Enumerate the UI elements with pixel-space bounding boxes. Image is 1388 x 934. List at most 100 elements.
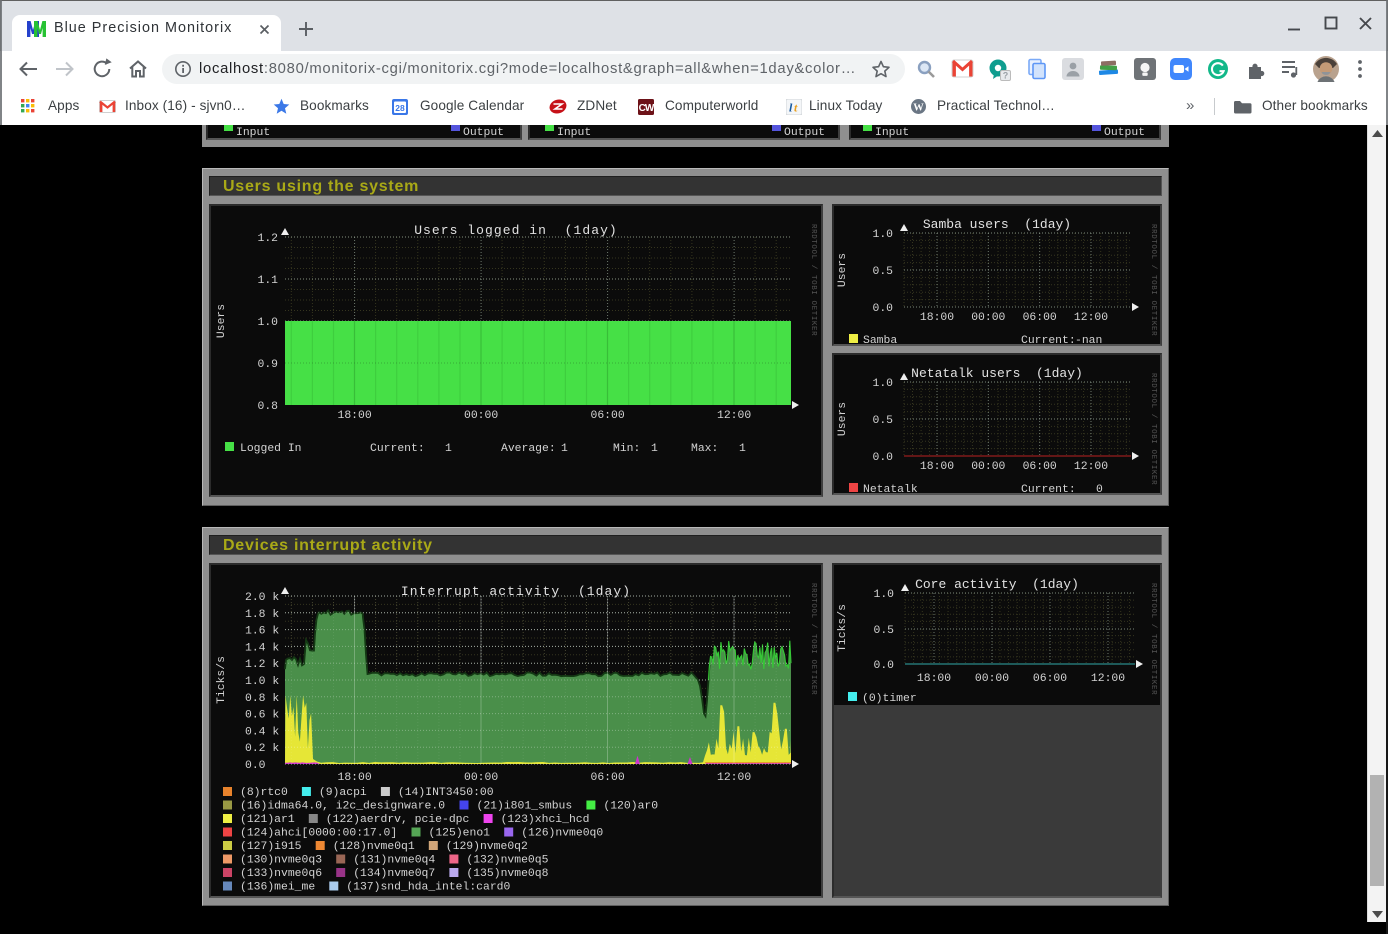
svg-text:1.0: 1.0 [872, 229, 893, 241]
svg-text:06:00: 06:00 [1023, 312, 1057, 324]
svg-text:(120)ar0: (120)ar0 [603, 801, 658, 813]
svg-text:Current:: Current: [1021, 335, 1076, 346]
svg-text:(16)idma64.0, i2c_designware.0: (16)idma64.0, i2c_designware.0 [240, 801, 445, 813]
svg-text:Users: Users [837, 253, 849, 287]
svg-text:Current:: Current: [1021, 484, 1076, 495]
svg-text:00:00: 00:00 [971, 312, 1005, 324]
svg-text:1: 1 [651, 443, 658, 455]
svg-text:00:00: 00:00 [975, 673, 1009, 685]
svg-text:00:00: 00:00 [971, 461, 1005, 473]
svg-text:0.5: 0.5 [872, 415, 893, 427]
svg-text:1.0: 1.0 [257, 317, 278, 329]
svg-text:?: ? [1003, 71, 1009, 81]
svg-text:Ticks/s: Ticks/s [837, 604, 849, 652]
svg-text:(21)i801_smbus: (21)i801_smbus [477, 801, 573, 813]
svg-text:1.0: 1.0 [873, 589, 894, 601]
svg-text:Current:: Current: [370, 443, 425, 455]
svg-text:18:00: 18:00 [920, 312, 954, 324]
svg-text:0.2 k: 0.2 k [245, 743, 279, 755]
svg-text:0.0: 0.0 [872, 303, 893, 315]
svg-text:12:00: 12:00 [1074, 312, 1108, 324]
svg-text:1.2 k: 1.2 k [245, 659, 279, 671]
svg-text:1.6 k: 1.6 k [245, 626, 279, 638]
svg-text:1.0 k: 1.0 k [245, 676, 279, 688]
svg-text:0.0: 0.0 [245, 760, 266, 772]
svg-text:00:00: 00:00 [464, 410, 498, 422]
svg-text:06:00: 06:00 [1033, 673, 1067, 685]
svg-text:0.0: 0.0 [872, 452, 893, 464]
svg-text:(131)nvme0q4: (131)nvme0q4 [353, 855, 435, 867]
svg-text:(121)ar1: (121)ar1 [240, 814, 295, 826]
svg-text:(133)nvme0q6: (133)nvme0q6 [240, 868, 322, 880]
svg-text:(137)snd_hda_intel:card0: (137)snd_hda_intel:card0 [346, 882, 510, 894]
svg-text:(9)acpi: (9)acpi [319, 787, 367, 799]
svg-text:1.0: 1.0 [872, 378, 893, 390]
svg-text:(127)i915: (127)i915 [240, 841, 302, 853]
svg-text:(0)timer: (0)timer [862, 693, 917, 705]
svg-text:RRDTOOL / TOBI OETIKER: RRDTOOL / TOBI OETIKER [809, 224, 817, 336]
svg-text:0.8 k: 0.8 k [245, 693, 279, 705]
svg-text:RRDTOOL / TOBI OETIKER: RRDTOOL / TOBI OETIKER [1149, 583, 1157, 695]
svg-text:Max:: Max: [691, 443, 718, 455]
svg-text:Interrupt activity (1day): Interrupt activity (1day) [401, 584, 631, 599]
svg-text:Netatalk: Netatalk [863, 484, 918, 495]
svg-text:12:00: 12:00 [717, 410, 751, 422]
svg-text:1: 1 [739, 443, 746, 455]
svg-text:0.4 k: 0.4 k [245, 726, 279, 738]
svg-text:0.5: 0.5 [873, 625, 894, 637]
svg-text:(125)eno1: (125)eno1 [429, 828, 491, 840]
svg-text:(135)nvme0q8: (135)nvme0q8 [466, 868, 548, 880]
svg-text:1: 1 [561, 443, 568, 455]
svg-text:0.8: 0.8 [257, 401, 278, 413]
svg-text:2.0 k: 2.0 k [245, 592, 279, 604]
svg-text:Users: Users [837, 402, 849, 436]
svg-text:Samba users (1day): Samba users (1day) [923, 217, 1071, 232]
svg-text:RRDTOOL / TOBI OETIKER: RRDTOOL / TOBI OETIKER [1149, 224, 1157, 336]
svg-text:12:00: 12:00 [717, 772, 751, 784]
svg-text:18:00: 18:00 [338, 410, 372, 422]
svg-text:(123)xhci_hcd: (123)xhci_hcd [501, 814, 590, 826]
svg-text:(128)nvme0q1: (128)nvme0q1 [333, 841, 415, 853]
svg-text:(130)nvme0q3: (130)nvme0q3 [240, 855, 322, 867]
svg-text:1.2: 1.2 [257, 233, 278, 245]
svg-text:Core activity (1day): Core activity (1day) [915, 577, 1079, 592]
svg-text:1.4 k: 1.4 k [245, 642, 279, 654]
svg-text:06:00: 06:00 [591, 410, 625, 422]
svg-text:(129)nvme0q2: (129)nvme0q2 [446, 841, 528, 853]
svg-text:CW: CW [639, 103, 654, 114]
svg-text:18:00: 18:00 [920, 461, 954, 473]
svg-text:Average:: Average: [501, 443, 556, 455]
svg-text:06:00: 06:00 [1023, 461, 1057, 473]
svg-text:0.6 k: 0.6 k [245, 710, 279, 722]
svg-text:0: 0 [1096, 484, 1103, 495]
svg-text:06:00: 06:00 [591, 772, 625, 784]
svg-text:Min:: Min: [613, 443, 640, 455]
svg-text:0.0: 0.0 [873, 660, 894, 672]
svg-text:Ticks/s: Ticks/s [216, 656, 228, 704]
svg-text:12:00: 12:00 [1091, 673, 1125, 685]
svg-text:Samba: Samba [863, 335, 897, 346]
svg-text:0.9: 0.9 [257, 359, 278, 371]
svg-text:Logged In: Logged In [240, 443, 302, 455]
svg-text:Users logged in (1day): Users logged in (1day) [414, 223, 618, 238]
svg-text:1.1: 1.1 [257, 275, 278, 287]
svg-text:28: 28 [395, 103, 405, 113]
svg-text:W: W [913, 102, 924, 113]
svg-text:(134)nvme0q7: (134)nvme0q7 [353, 868, 435, 880]
svg-text:(136)mei_me: (136)mei_me [240, 882, 315, 894]
svg-text:RRDTOOL / TOBI OETIKER: RRDTOOL / TOBI OETIKER [809, 583, 817, 695]
svg-text:(122)aerdrv, pcie-dpc: (122)aerdrv, pcie-dpc [326, 814, 470, 826]
svg-text:18:00: 18:00 [917, 673, 951, 685]
svg-text:1: 1 [445, 443, 452, 455]
svg-text:(8)rtc0: (8)rtc0 [240, 787, 288, 799]
svg-text:-nan: -nan [1075, 335, 1102, 346]
svg-text:Netatalk users (1day): Netatalk users (1day) [911, 366, 1083, 381]
svg-text:0.5: 0.5 [872, 266, 893, 278]
svg-text:00:00: 00:00 [464, 772, 498, 784]
svg-text:Users: Users [216, 304, 228, 338]
svg-text:RRDTOOL / TOBI OETIKER: RRDTOOL / TOBI OETIKER [1149, 373, 1157, 485]
svg-text:(126)nvme0q0: (126)nvme0q0 [521, 828, 603, 840]
svg-text:12:00: 12:00 [1074, 461, 1108, 473]
svg-text:(132)nvme0q5: (132)nvme0q5 [466, 855, 548, 867]
svg-text:(14)INT3450:00: (14)INT3450:00 [398, 787, 494, 799]
